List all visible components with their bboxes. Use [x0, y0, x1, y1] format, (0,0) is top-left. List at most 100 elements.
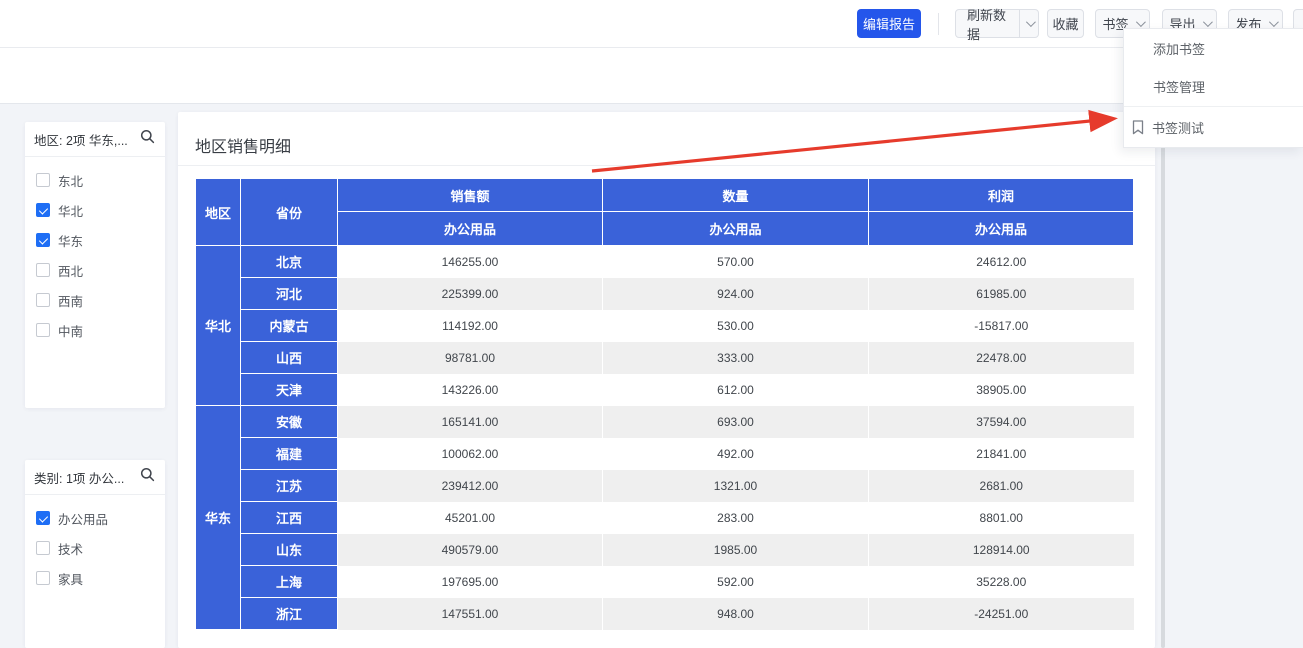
filter-option[interactable]: 家具 [25, 563, 165, 593]
category-filter-title: 类别: 1项 办公... [34, 468, 136, 487]
search-icon[interactable] [140, 467, 155, 487]
col-header-province: 省份 [241, 179, 338, 246]
qty-cell: 592.00 [603, 566, 869, 598]
sales-cell: 239412.00 [338, 470, 603, 502]
checkbox[interactable] [36, 263, 50, 277]
table-row: 内蒙古 114192.00 530.00 -15817.00 [196, 310, 1134, 342]
table-row: 山西 98781.00 333.00 22478.00 [196, 342, 1134, 374]
category-filter-header: 类别: 1项 办公... [25, 460, 165, 495]
menu-item-add-bookmark[interactable]: 添加书签 [1124, 29, 1303, 67]
checkbox[interactable] [36, 541, 50, 555]
sales-cell: 147551.00 [338, 598, 603, 630]
table-row: 华东 安徽 165141.00 693.00 37594.00 [196, 406, 1134, 438]
refresh-data-button[interactable]: 刷新数据 [955, 9, 1039, 38]
option-label: 办公用品 [58, 509, 108, 528]
checkbox[interactable] [36, 571, 50, 585]
checkbox[interactable] [36, 173, 50, 187]
filter-option[interactable]: 华北 [25, 195, 165, 225]
qty-cell: 333.00 [603, 342, 869, 374]
chevron-down-icon [1268, 17, 1278, 27]
toolbar-divider [938, 13, 939, 35]
app-window: 编辑报告 刷新数据 收藏 书签 导出 发布 地区: 2项 华东,... [0, 0, 1303, 648]
col-header-qty: 数量 [603, 179, 869, 212]
sub-header-band [0, 48, 1303, 104]
filter-option[interactable]: 中南 [25, 315, 165, 345]
table-row: 福建 100062.00 492.00 21841.00 [196, 438, 1134, 470]
col-header-region: 地区 [196, 179, 241, 246]
menu-item-label: 书签测试 [1152, 118, 1204, 137]
refresh-dropdown-toggle[interactable] [1020, 20, 1038, 27]
profit-cell: 35228.00 [869, 566, 1134, 598]
profit-cell: 61985.00 [869, 278, 1134, 310]
sales-cell: 165141.00 [338, 406, 603, 438]
province-cell: 内蒙古 [241, 310, 338, 342]
refresh-data-label: 刷新数据 [967, 5, 1009, 43]
profit-cell: 24612.00 [869, 246, 1134, 278]
col-header-sales: 销售额 [338, 179, 603, 212]
checkbox[interactable] [36, 511, 50, 525]
province-cell: 山东 [241, 534, 338, 566]
filter-option[interactable]: 办公用品 [25, 503, 165, 533]
region-filter-panel: 地区: 2项 华东,... 东北 华北 华东 [25, 122, 165, 408]
profit-cell: -15817.00 [869, 310, 1134, 342]
filter-option[interactable]: 西北 [25, 255, 165, 285]
option-label: 华东 [58, 231, 83, 250]
qty-cell: 530.00 [603, 310, 869, 342]
report-panel: 地区销售明细 地区 省份 销售额 数量 利润 办公用品 办公用品 办公用品 [178, 112, 1155, 648]
sales-cell: 45201.00 [338, 502, 603, 534]
chevron-down-icon [1135, 17, 1145, 27]
vertical-scrollbar[interactable] [1161, 112, 1165, 648]
qty-cell: 948.00 [603, 598, 869, 630]
option-label: 东北 [58, 171, 83, 190]
option-label: 技术 [58, 539, 83, 558]
province-cell: 安徽 [241, 406, 338, 438]
province-cell: 江苏 [241, 470, 338, 502]
sales-cell: 98781.00 [338, 342, 603, 374]
chevron-down-icon [1026, 17, 1036, 27]
report-title: 地区销售明细 [195, 133, 291, 157]
table-row: 天津 143226.00 612.00 38905.00 [196, 374, 1134, 406]
sales-cell: 100062.00 [338, 438, 603, 470]
category-filter-panel: 类别: 1项 办公... 办公用品 技术 家具 [25, 460, 165, 648]
menu-item-bookmark-test[interactable]: 书签测试 [1124, 107, 1303, 148]
search-icon[interactable] [140, 129, 155, 149]
table-row: 浙江 147551.00 948.00 -24251.00 [196, 598, 1134, 630]
profit-cell: 38905.00 [869, 374, 1134, 406]
col-header-profit: 利润 [869, 179, 1134, 212]
checkbox[interactable] [36, 293, 50, 307]
sub-header-category: 办公用品 [603, 212, 869, 246]
filter-option[interactable]: 西南 [25, 285, 165, 315]
sub-header-category: 办公用品 [869, 212, 1134, 246]
province-cell: 上海 [241, 566, 338, 598]
qty-cell: 693.00 [603, 406, 869, 438]
option-label: 西北 [58, 261, 83, 280]
checkbox[interactable] [36, 323, 50, 337]
edit-report-button[interactable]: 编辑报告 [857, 9, 921, 38]
option-label: 西南 [58, 291, 83, 310]
table-row: 华北 北京 146255.00 570.00 24612.00 [196, 246, 1134, 278]
qty-cell: 570.00 [603, 246, 869, 278]
bookmark-dropdown-menu: 添加书签 书签管理 书签测试 [1123, 28, 1303, 148]
table-row: 河北 225399.00 924.00 61985.00 [196, 278, 1134, 310]
filter-option[interactable]: 东北 [25, 165, 165, 195]
qty-cell: 1985.00 [603, 534, 869, 566]
qty-cell: 612.00 [603, 374, 869, 406]
top-toolbar: 编辑报告 刷新数据 收藏 书签 导出 发布 [0, 0, 1303, 48]
filter-option[interactable]: 技术 [25, 533, 165, 563]
category-option-list: 办公用品 技术 家具 [25, 495, 165, 593]
menu-item-bookmark-manage[interactable]: 书签管理 [1124, 67, 1303, 106]
qty-cell: 924.00 [603, 278, 869, 310]
profit-cell: 8801.00 [869, 502, 1134, 534]
favorite-button[interactable]: 收藏 [1047, 9, 1084, 38]
sales-cell: 197695.00 [338, 566, 603, 598]
profit-cell: 22478.00 [869, 342, 1134, 374]
qty-cell: 492.00 [603, 438, 869, 470]
filter-option[interactable]: 华东 [25, 225, 165, 255]
chevron-down-icon [1202, 17, 1212, 27]
bookmark-icon [1132, 120, 1144, 135]
checkbox[interactable] [36, 233, 50, 247]
province-cell: 山西 [241, 342, 338, 374]
province-cell: 北京 [241, 246, 338, 278]
province-cell: 福建 [241, 438, 338, 470]
checkbox[interactable] [36, 203, 50, 217]
